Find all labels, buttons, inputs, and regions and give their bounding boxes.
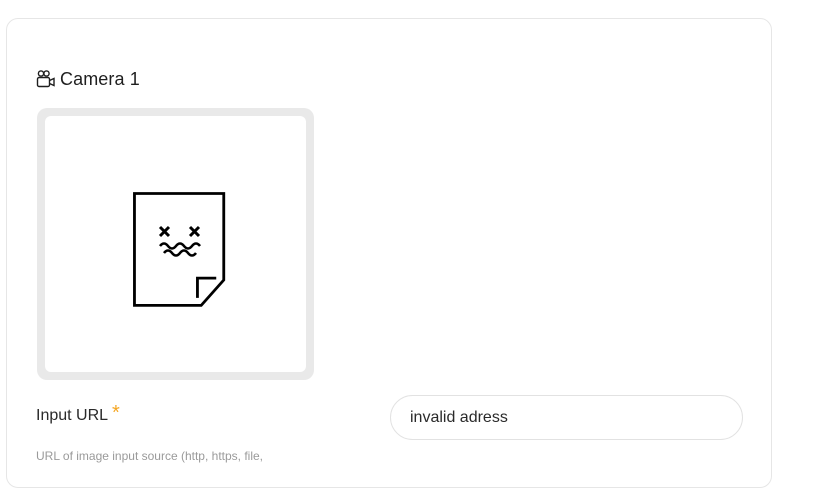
input-url-field[interactable] [390,395,743,440]
required-mark: * [112,402,120,424]
image-preview-frame [37,108,314,380]
input-url-label-text: Input URL [36,407,109,424]
camera-title-row: Camera 1 [36,68,140,90]
video-camera-icon [36,69,56,89]
camera-title: Camera 1 [60,68,140,89]
broken-file-icon [127,186,227,316]
image-preview [45,116,306,372]
input-url-help-text: URL of image input source (http, https, … [36,449,263,463]
input-url-label: Input URL * [36,402,120,425]
